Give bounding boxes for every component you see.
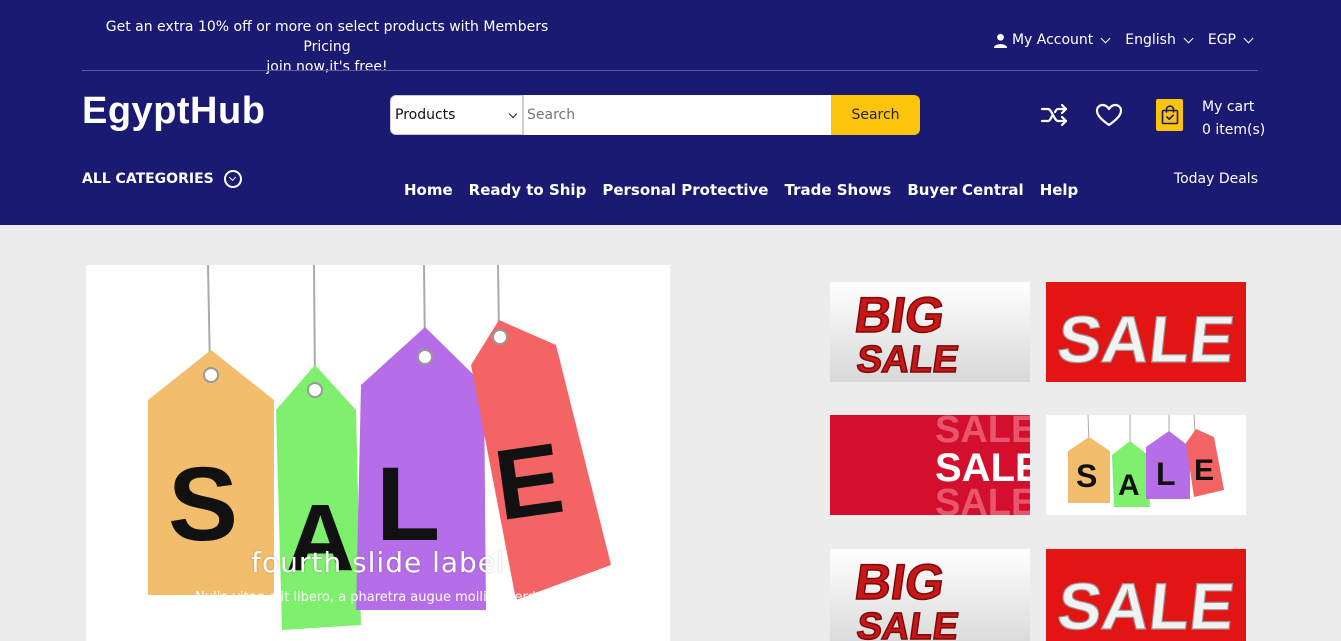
big-sale-word-2: SALE bbox=[854, 605, 961, 641]
language-label: English bbox=[1125, 32, 1176, 48]
nav-ready-to-ship[interactable]: Ready to Ship bbox=[469, 181, 587, 199]
search-input[interactable] bbox=[523, 95, 831, 135]
search-bar: Products Search bbox=[390, 95, 920, 135]
sale-banner-image: SALE SALE SALE bbox=[830, 415, 1030, 515]
language-dropdown[interactable]: English bbox=[1125, 32, 1194, 48]
big-word: BIG bbox=[851, 287, 948, 343]
all-categories-toggle[interactable]: ALL CATEGORIES bbox=[82, 170, 242, 188]
promo-thumb-sale-tags[interactable]: S A L E bbox=[1046, 415, 1246, 515]
nav-personal-protective[interactable]: Personal Protective bbox=[602, 181, 768, 199]
nav-home[interactable]: Home bbox=[404, 181, 453, 199]
today-deals-link[interactable]: Today Deals bbox=[1174, 171, 1258, 187]
sale-3d-image: SALE bbox=[1046, 282, 1246, 382]
top-menu: My Account English EGP bbox=[993, 32, 1254, 48]
cart-summary[interactable]: My cart 0 item(s) bbox=[1202, 96, 1265, 142]
cart-bag-icon bbox=[1161, 105, 1178, 125]
promo-thumb-sale-white[interactable]: SALE bbox=[1046, 282, 1246, 382]
nav-trade-shows[interactable]: Trade Shows bbox=[785, 181, 892, 199]
header-divider bbox=[82, 70, 1258, 71]
tags-letter-e: E bbox=[1194, 454, 1214, 487]
nav-help[interactable]: Help bbox=[1040, 181, 1079, 199]
promo-banner[interactable]: Get an extra 10% off or more on select p… bbox=[82, 17, 572, 77]
chevron-down-icon bbox=[1183, 33, 1194, 43]
compare-button[interactable] bbox=[1040, 102, 1070, 132]
search-button[interactable]: Search bbox=[831, 95, 920, 135]
slide-title: fourth slide label bbox=[251, 546, 505, 579]
promo-line-2[interactable]: join now,it's free! bbox=[82, 57, 572, 77]
heart-icon bbox=[1095, 103, 1123, 127]
slide-caption: Nulla vitae elit libero, a pharetra augu… bbox=[195, 590, 561, 605]
chevron-down-icon bbox=[1243, 33, 1254, 43]
sale-3d-image-2: SALE bbox=[1046, 549, 1246, 641]
sale-banner-word: SALE bbox=[935, 446, 1030, 490]
cart-button[interactable] bbox=[1156, 99, 1183, 131]
my-account-label: My Account bbox=[1011, 32, 1094, 48]
big-sale-image-2: BIG SALE bbox=[830, 549, 1030, 641]
cart-count: 0 item(s) bbox=[1202, 122, 1266, 138]
promo-line-1: Get an extra 10% off or more on select p… bbox=[105, 19, 549, 55]
chevron-down-icon bbox=[1100, 33, 1111, 43]
promo-thumb-sale-white-2[interactable]: SALE bbox=[1046, 549, 1246, 641]
big-sale-image: BIG SALE bbox=[830, 282, 1030, 382]
currency-label: EGP bbox=[1207, 32, 1236, 48]
tags-letter-a: A bbox=[1118, 469, 1140, 502]
cart-label: My cart bbox=[1202, 99, 1255, 115]
chevron-down-icon bbox=[508, 109, 518, 118]
search-category-value: Products bbox=[395, 107, 456, 123]
circle-chevron-down-icon bbox=[223, 170, 242, 188]
promo-thumb-big-sale[interactable]: BIG SALE bbox=[830, 282, 1030, 382]
promo-thumb-big-sale-2[interactable]: BIG SALE bbox=[830, 549, 1030, 641]
search-category-select[interactable]: Products bbox=[390, 95, 523, 135]
currency-dropdown[interactable]: EGP bbox=[1207, 32, 1254, 48]
all-categories-label: ALL CATEGORIES bbox=[82, 171, 214, 187]
user-icon bbox=[993, 33, 1008, 48]
chevron-down-icon bbox=[229, 173, 237, 182]
big-word-2: BIG bbox=[851, 554, 948, 610]
hero-carousel-slide[interactable]: S A L E fourth slide label Nulla vitae e… bbox=[86, 265, 670, 641]
site-header: Get an extra 10% off or more on select p… bbox=[0, 0, 1341, 225]
sale-tags-image: S A L E bbox=[148, 265, 611, 630]
wishlist-button[interactable] bbox=[1095, 103, 1123, 131]
nav-buyer-central[interactable]: Buyer Central bbox=[907, 181, 1023, 199]
tags-letter-s: S bbox=[1076, 458, 1097, 494]
promo-thumb-sale-banner[interactable]: SALE SALE SALE bbox=[830, 415, 1030, 515]
shuffle-icon bbox=[1040, 103, 1068, 127]
main-nav: Home Ready to Ship Personal Protective T… bbox=[404, 181, 1078, 199]
tags-letter-l: L bbox=[1156, 456, 1176, 492]
sale-3d-word: SALE bbox=[1054, 303, 1238, 377]
sale-tags-thumb-image: S A L E bbox=[1046, 415, 1246, 515]
sale-3d-word-2: SALE bbox=[1054, 570, 1238, 641]
big-sale-word: SALE bbox=[854, 338, 961, 381]
my-account-dropdown[interactable]: My Account bbox=[993, 32, 1111, 48]
site-logo[interactable]: EgyptHub bbox=[82, 90, 265, 133]
